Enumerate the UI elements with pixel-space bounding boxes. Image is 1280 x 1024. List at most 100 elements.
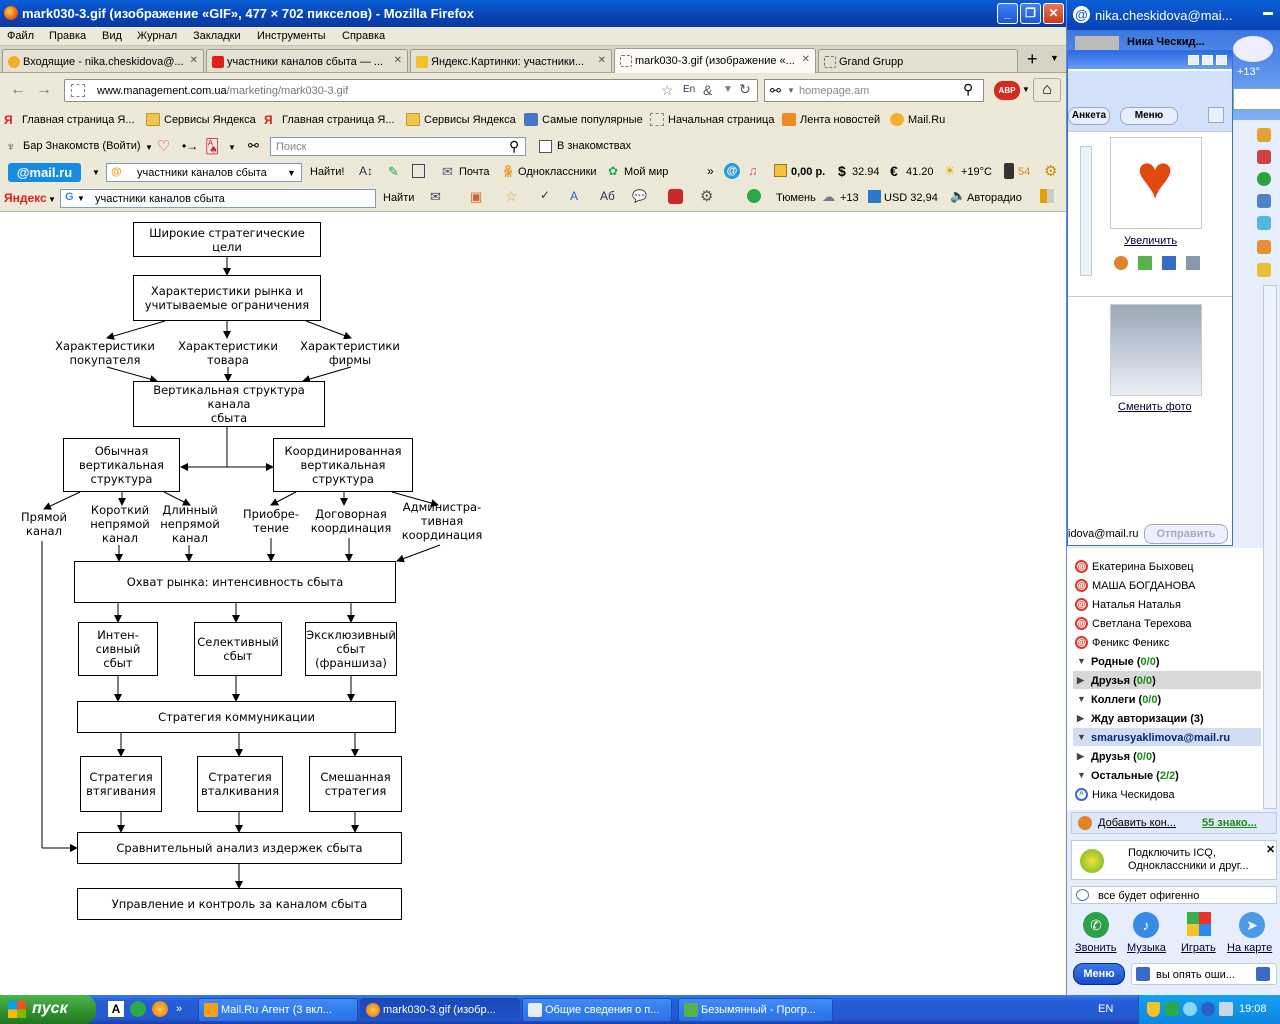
rubik-cube-icon[interactable]	[1187, 912, 1211, 936]
heart-icon[interactable]: ♡	[157, 137, 170, 155]
bookmark-yandex-services-2[interactable]: Сервисы Яндекса	[406, 113, 516, 126]
star-icon[interactable]: ☆	[661, 82, 674, 99]
mailru-logo[interactable]: @mail.ru	[8, 163, 81, 182]
contact-self[interactable]: ^ Ника Ческидова	[1075, 788, 1175, 801]
phone-icon[interactable]: ✆	[1083, 912, 1109, 938]
radio-label[interactable]: Авторадио	[967, 192, 1022, 204]
envelope-icon[interactable]: ✉	[442, 164, 453, 180]
dropdown-icon[interactable]: ▼	[92, 168, 100, 177]
volume-icon[interactable]	[1219, 1002, 1233, 1016]
dropdown-icon[interactable]: ▼	[145, 143, 153, 152]
music-icon[interactable]: ♫	[748, 163, 758, 178]
yandex-usd[interactable]: USD 32,94	[884, 192, 938, 204]
forward-icon[interactable]: →	[34, 81, 54, 101]
menu-edit[interactable]: Правка	[49, 30, 86, 42]
music-action[interactable]: Музыка	[1127, 942, 1166, 954]
bookmark-mailru[interactable]: Mail.Ru	[890, 113, 945, 126]
promo-close-icon[interactable]: ✕	[1266, 843, 1275, 856]
search-bar[interactable]: ⚯ ▼ homepage.am ⚲	[764, 79, 984, 102]
close-button[interactable]: ✕	[1043, 3, 1064, 24]
spellcheck-icon[interactable]: ✓	[540, 188, 550, 202]
popup-minimize-icon[interactable]	[1188, 55, 1199, 65]
tray-app-icon[interactable]	[1201, 1002, 1215, 1016]
group-friends-1[interactable]: ▶ Друзья (0/0)	[1077, 675, 1156, 687]
settings-gear-icon[interactable]: ⚙	[1044, 162, 1057, 180]
dictionary-icon[interactable]: Аб	[600, 189, 615, 203]
folder-side-icon[interactable]	[1257, 263, 1271, 277]
bookmark-yandex-main-2[interactable]: Я Главная страница Я...	[264, 113, 395, 127]
usd-rate[interactable]: 32.94	[852, 166, 880, 178]
group-others[interactable]: ▼ Остальные (2/2)	[1077, 770, 1179, 782]
avatar[interactable]	[1075, 36, 1119, 50]
odnoklassniki-icon[interactable]: ꆜ	[503, 164, 513, 181]
anketa-button[interactable]: Анкета	[1068, 107, 1110, 125]
pencil-icon[interactable]: ✎	[388, 164, 399, 180]
menu-help[interactable]: Справка	[342, 30, 385, 42]
at-side-icon[interactable]	[1257, 172, 1271, 186]
maximize-button[interactable]: ❐	[1020, 3, 1041, 24]
dating-bar-label[interactable]: Бар Знакомств (Войти)	[23, 140, 141, 152]
url-bar[interactable]: www.management.com.ua/marketing/mark030-…	[64, 79, 758, 102]
mail-link[interactable]: Почта	[459, 166, 490, 178]
games-action[interactable]: Играть	[1181, 942, 1216, 954]
tab-yandex-images[interactable]: Яндекс.Картинки: участники... ✕	[410, 49, 612, 72]
yandex-find-button[interactable]: Найти	[383, 192, 414, 204]
favorite-star-icon[interactable]: ☆	[505, 188, 518, 205]
compass-icon[interactable]: ➤	[1239, 912, 1265, 938]
contact-item[interactable]: @ МАША БОГДАНОВА	[1075, 579, 1195, 592]
start-button[interactable]: пуск	[0, 995, 96, 1024]
tab-close-icon[interactable]: ✕	[802, 54, 810, 65]
profile-photo[interactable]	[1110, 304, 1202, 396]
rainbow-side-icon[interactable]	[1257, 216, 1271, 230]
popup-scrollbar[interactable]	[1080, 146, 1092, 276]
grid-view-icon[interactable]	[1208, 107, 1224, 123]
quicklaunch-more-icon[interactable]: »	[176, 1003, 182, 1015]
menu-view[interactable]: Вид	[102, 30, 122, 42]
binoculars-icon[interactable]: ⚯	[248, 138, 259, 154]
menu-tools[interactable]: Инструменты	[257, 30, 326, 42]
tab-close-icon[interactable]: ✕	[394, 55, 402, 66]
add-contact-link[interactable]: Добавить кон...	[1098, 817, 1176, 829]
mailru-at-icon[interactable]: @	[724, 163, 740, 179]
popup-close-icon[interactable]	[1216, 55, 1227, 65]
music-note-icon[interactable]: ♪	[1133, 912, 1159, 938]
video-icon[interactable]	[1186, 256, 1200, 270]
dropdown-icon[interactable]: ▼	[77, 194, 85, 203]
add-contact-icon[interactable]	[1078, 816, 1092, 830]
dropdown-icon[interactable]: ▼	[287, 168, 296, 178]
yandex-temp[interactable]: +13	[840, 192, 859, 204]
account-second[interactable]: ▼ smarusyaklimova@mail.ru	[1077, 732, 1230, 744]
adblock-dropdown-icon[interactable]: ▼	[1022, 85, 1030, 94]
odnoklassniki-link[interactable]: Одноклассники	[518, 166, 597, 178]
edit-icon[interactable]	[1138, 256, 1152, 270]
bookmark-news-feed[interactable]: Лента новостей	[782, 113, 880, 126]
adblock-icon[interactable]: ABP	[994, 81, 1020, 100]
search-icon[interactable]: ⚲	[963, 81, 973, 98]
taskbar-paint[interactable]: Безымянный - Прогр...	[678, 998, 833, 1022]
dropdown-icon[interactable]: ▼	[48, 195, 56, 204]
dropdown-icon[interactable]: ▼	[723, 84, 733, 95]
back-icon[interactable]: ←	[8, 81, 28, 101]
camera-icon[interactable]	[1162, 256, 1176, 270]
network-icon[interactable]	[1183, 1002, 1197, 1016]
tab-grand-grupp[interactable]: Grand Grupp	[818, 49, 1018, 72]
tools-side-icon[interactable]	[1257, 150, 1271, 164]
translate-icon[interactable]: En	[683, 84, 695, 95]
font-app-icon[interactable]: A	[108, 1001, 124, 1017]
tab-close-icon[interactable]: ✕	[190, 55, 198, 66]
tab-close-icon[interactable]: ✕	[598, 55, 606, 66]
call-action[interactable]: Звонить	[1075, 942, 1116, 954]
people-icon[interactable]	[1114, 256, 1128, 270]
sound-side-icon[interactable]	[1257, 194, 1271, 208]
myworld-icon[interactable]: ✿	[608, 164, 618, 178]
menu-file[interactable]: Файл	[7, 30, 34, 42]
minimize-button[interactable]: _	[997, 3, 1018, 24]
traffic-level[interactable]: 54	[1018, 166, 1030, 178]
ampersand-icon[interactable]: &	[703, 82, 712, 98]
mail-side-icon[interactable]	[1257, 128, 1271, 142]
language-indicator[interactable]: EN	[1098, 1003, 1113, 1015]
contact-item[interactable]: @ Феникс Феникс	[1075, 636, 1169, 649]
tab-inbox[interactable]: Входящие - nika.cheskidova@... ✕	[2, 49, 204, 72]
translate-icon[interactable]: A	[570, 189, 578, 203]
shield-icon[interactable]	[1147, 1002, 1160, 1017]
